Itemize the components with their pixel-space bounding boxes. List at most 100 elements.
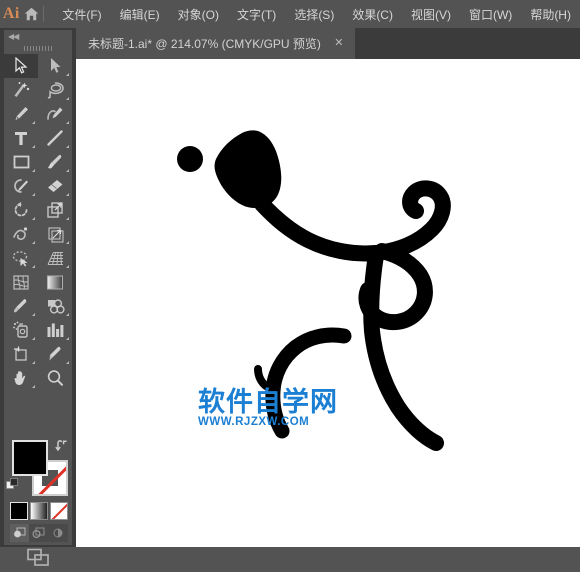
tool-width[interactable]: [4, 222, 38, 246]
tool-group-corner: [66, 73, 69, 76]
tool-artboard[interactable]: [4, 342, 38, 366]
menu-type[interactable]: 文字(T): [228, 1, 285, 28]
home-icon[interactable]: [23, 0, 41, 28]
color-controls: [4, 438, 72, 543]
default-fill-stroke-icon[interactable]: [6, 478, 19, 491]
gradient-icon: [47, 275, 63, 289]
tool-curvature[interactable]: [38, 102, 72, 126]
draw-normal-icon: [14, 527, 26, 538]
scale-icon: [47, 202, 63, 218]
draw-mode-inside[interactable]: [48, 524, 67, 542]
tool-scale[interactable]: [38, 198, 72, 222]
tool-rotate[interactable]: [4, 198, 38, 222]
tool-magic-wand[interactable]: [4, 78, 38, 102]
selection-arrow-icon: [15, 57, 28, 74]
shape-builder-icon: [12, 250, 27, 266]
screen-mode-icon[interactable]: [4, 544, 72, 572]
tool-slice[interactable]: [38, 342, 72, 366]
curvature-pen-icon: [46, 107, 62, 120]
fill-type-buttons: [10, 502, 68, 522]
tool-group-corner: [32, 241, 35, 244]
document-tab[interactable]: 未标题-1.ai* @ 214.07% (CMYK/GPU 预览) ✕: [76, 28, 355, 59]
tool-direct-selection[interactable]: [38, 54, 72, 78]
tool-group-corner: [66, 241, 69, 244]
tool-eraser[interactable]: [38, 174, 72, 198]
draw-mode-behind[interactable]: [29, 524, 48, 542]
document-canvas[interactable]: 软件自学网 WWW.RJZXW.COM: [76, 59, 580, 547]
tool-shaper[interactable]: [4, 174, 38, 198]
symbol-sprayer-icon: [12, 321, 28, 338]
swatch-none[interactable]: [50, 502, 68, 520]
artwork-dot: [177, 146, 203, 172]
tool-pen[interactable]: [4, 102, 38, 126]
tool-blend[interactable]: [38, 294, 72, 318]
draw-mode-normal[interactable]: [10, 524, 29, 542]
tool-group-corner: [66, 121, 69, 124]
mesh-tool-icon: [13, 274, 29, 290]
tool-paintbrush[interactable]: [38, 150, 72, 174]
artboard-icon: [14, 346, 27, 361]
panel-drag-handle[interactable]: [4, 43, 72, 53]
menu-file[interactable]: 文件(F): [53, 1, 110, 28]
tools-panel: ◀◀: [0, 28, 76, 566]
menu-item-list: 文件(F) 编辑(E) 对象(O) 文字(T) 选择(S) 效果(C) 视图(V…: [53, 1, 580, 28]
draw-behind-icon: [32, 527, 45, 539]
menu-view[interactable]: 视图(V): [402, 1, 460, 28]
tool-eyedropper[interactable]: [4, 294, 38, 318]
menu-edit[interactable]: 编辑(E): [111, 1, 169, 28]
line-segment-icon: [47, 130, 63, 146]
rectangle-icon: [13, 155, 29, 168]
artwork-brush-head: [214, 130, 282, 208]
tool-group-corner: [32, 121, 35, 124]
fill-swatch[interactable]: [12, 440, 48, 476]
document-tab-bar: 未标题-1.ai* @ 214.07% (CMYK/GPU 预览) ✕: [0, 28, 580, 59]
illustrator-window: Ai 文件(F) 编辑(E) 对象(O) 文字(T) 选择(S) 效果(C) 视…: [0, 0, 580, 566]
collapse-panel-icon[interactable]: ◀◀: [4, 30, 72, 43]
tool-group-corner: [66, 193, 69, 196]
magic-wand-icon: [14, 82, 30, 97]
tool-group-corner: [66, 145, 69, 148]
type-tool-icon: [15, 131, 27, 145]
tool-line-segment[interactable]: [38, 126, 72, 150]
swatch-gradient[interactable]: [30, 502, 48, 520]
tool-mesh[interactable]: [4, 270, 38, 294]
pen-nib-icon: [15, 107, 28, 120]
tool-group-corner: [32, 265, 35, 268]
menu-window[interactable]: 窗口(W): [460, 1, 521, 28]
swatch-color[interactable]: [10, 502, 28, 520]
tool-gradient[interactable]: [38, 270, 72, 294]
tool-shape-builder[interactable]: [4, 246, 38, 270]
menu-help[interactable]: 帮助(H): [521, 1, 580, 28]
eyedropper-icon: [14, 299, 27, 313]
tool-group-corner: [66, 313, 69, 316]
menu-object[interactable]: 对象(O): [169, 1, 228, 28]
eraser-icon: [48, 180, 63, 192]
swap-fill-stroke-icon[interactable]: [55, 438, 69, 452]
tool-hand[interactable]: [4, 366, 38, 390]
menu-bar: Ai 文件(F) 编辑(E) 对象(O) 文字(T) 选择(S) 效果(C) 视…: [0, 0, 580, 28]
direct-selection-arrow-icon: [51, 58, 61, 73]
artwork-stroke-upper: [254, 180, 451, 262]
tool-lasso[interactable]: [38, 78, 72, 102]
tool-selection[interactable]: [4, 54, 38, 78]
tool-free-transform[interactable]: [38, 222, 72, 246]
tool-group-corner: [32, 385, 35, 388]
tool-group-corner: [66, 169, 69, 172]
tool-rectangle[interactable]: [4, 150, 38, 174]
artwork-vector-shape[interactable]: [76, 59, 580, 547]
tool-group-corner: [32, 217, 35, 220]
tool-zoom[interactable]: [38, 366, 72, 390]
tool-column-graph[interactable]: [38, 318, 72, 342]
tool-perspective-grid[interactable]: [38, 246, 72, 270]
tool-group-corner: [66, 337, 69, 340]
tool-group-corner: [32, 337, 35, 340]
menu-effect[interactable]: 效果(C): [343, 1, 402, 28]
document-tab-title: 未标题-1.ai* @ 214.07% (CMYK/GPU 预览): [88, 37, 321, 51]
slice-knife-icon: [49, 346, 61, 361]
tool-group-corner: [32, 313, 35, 316]
close-icon[interactable]: ✕: [333, 38, 345, 50]
tool-symbol-sprayer[interactable]: [4, 318, 38, 342]
tool-type[interactable]: [4, 126, 38, 150]
tool-list: [4, 54, 72, 390]
menu-select[interactable]: 选择(S): [285, 1, 343, 28]
